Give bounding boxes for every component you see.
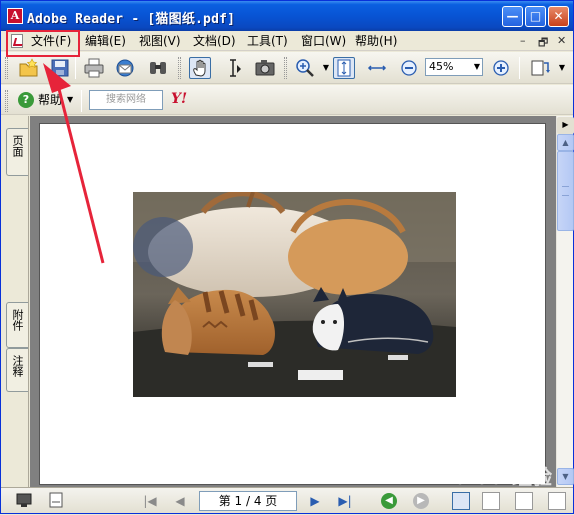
zoom-in-icon[interactable] (490, 57, 512, 79)
navigation-pane: 页面 附件 注释 (1, 116, 29, 487)
maximize-button[interactable]: □ (525, 6, 546, 27)
scroll-up-button[interactable]: ▲ (557, 134, 574, 151)
toolbar-grip[interactable] (5, 57, 8, 79)
menu-tools[interactable]: 工具(T) (247, 33, 288, 49)
pdf-page (39, 123, 546, 485)
pane-toggle-arrow-icon[interactable]: ▶ (557, 117, 574, 134)
toolbar-grip[interactable] (284, 57, 287, 79)
toolbar-separator (519, 57, 520, 79)
zoom-level-dropdown-icon[interactable]: ▼ (472, 59, 482, 75)
page-options-icon[interactable] (47, 492, 65, 510)
baidu-jingyan-watermark: Baidu 经验 (439, 465, 552, 489)
snapshot-camera-icon[interactable] (254, 57, 276, 79)
adobe-reader-window: A Adobe Reader - [猫图纸.pdf] — □ ✕ 文件(F) 编… (0, 0, 574, 514)
email-icon[interactable] (114, 57, 136, 79)
help-icon[interactable]: ? (18, 92, 34, 108)
continuous-facing-layout-icon[interactable] (548, 492, 566, 510)
previous-view-icon[interactable]: ◀ (381, 493, 397, 509)
menu-bar: 文件(F) 编辑(E) 视图(V) 文档(D) 工具(T) 窗口(W) 帮助(H… (1, 31, 573, 51)
tab-comments-label: 注释 (11, 355, 24, 377)
menu-help[interactable]: 帮助(H) (355, 33, 397, 49)
zoom-out-icon[interactable] (398, 57, 420, 79)
menu-document[interactable]: 文档(D) (193, 33, 236, 49)
toolbar-separator (75, 57, 76, 79)
help-dropdown-arrow-icon[interactable]: ▼ (67, 92, 73, 108)
status-bar: |◀ ◀ 第 1 / 4 页 ▶ ▶| ◀ ▶ (1, 487, 573, 513)
title-bar: A Adobe Reader - [猫图纸.pdf] — □ ✕ (1, 1, 573, 31)
tab-comments[interactable]: 注释 (6, 348, 28, 392)
fit-page-icon[interactable] (333, 57, 355, 79)
scrollbar-thumb[interactable] (557, 151, 574, 231)
minimize-button[interactable]: — (502, 6, 523, 27)
first-page-icon[interactable]: |◀ (141, 492, 159, 510)
cat-purse-photo (133, 192, 456, 397)
menu-edit[interactable]: 编辑(E) (85, 33, 126, 49)
previous-page-icon[interactable]: ◀ (171, 492, 189, 510)
toolbar-grip[interactable] (5, 90, 8, 112)
single-page-layout-icon[interactable] (452, 492, 470, 510)
secondary-toolbar (1, 85, 573, 115)
last-page-icon[interactable]: ▶| (336, 492, 354, 510)
help-button-label[interactable]: 帮助 (38, 92, 62, 108)
close-button[interactable]: ✕ (548, 6, 569, 27)
rotate-view-icon[interactable] (529, 57, 551, 79)
window-title: Adobe Reader - [猫图纸.pdf] (27, 12, 236, 27)
menu-view[interactable]: 视图(V) (139, 33, 181, 49)
fit-width-icon[interactable] (366, 57, 388, 79)
screen-display-icon[interactable] (15, 492, 33, 510)
facing-layout-icon[interactable] (515, 492, 533, 510)
toolbar-separator (81, 90, 82, 112)
page-number-field[interactable]: 第 1 / 4 页 (199, 491, 297, 511)
rotate-dropdown-arrow-icon[interactable]: ▼ (551, 57, 573, 79)
hand-tool-icon[interactable] (189, 57, 211, 79)
web-search-input[interactable]: 搜索网络 (89, 90, 163, 110)
yahoo-logo-button[interactable]: Y! (171, 91, 187, 107)
next-page-icon[interactable]: ▶ (306, 492, 324, 510)
save-icon[interactable] (49, 57, 71, 79)
print-icon[interactable] (83, 57, 105, 79)
doc-minimize-button[interactable]: – (520, 34, 526, 47)
doc-close-button[interactable]: ✕ (557, 34, 566, 47)
text-select-tool-icon[interactable] (222, 57, 244, 79)
search-binoculars-icon[interactable] (147, 57, 169, 79)
continuous-layout-icon[interactable] (482, 492, 500, 510)
toolbar-grip[interactable] (178, 57, 181, 79)
vertical-scrollbar[interactable]: ▶ ▲ ▼ (556, 116, 574, 487)
file-menu-highlight-box (6, 30, 80, 57)
main-toolbar: ▼ ▼ (1, 52, 573, 84)
menu-window[interactable]: 窗口(W) (301, 33, 346, 49)
tab-attachments[interactable]: 附件 (6, 302, 28, 348)
adobe-reader-app-icon: A (7, 8, 23, 24)
next-view-icon[interactable]: ▶ (413, 493, 429, 509)
document-view[interactable] (30, 116, 556, 487)
tab-pages[interactable]: 页面 (6, 128, 28, 176)
tab-pages-label: 页面 (11, 135, 24, 157)
doc-restore-button[interactable]: 🗗 (538, 34, 548, 53)
open-folder-icon[interactable] (18, 57, 40, 79)
scroll-down-button[interactable]: ▼ (557, 468, 574, 485)
zoom-in-tool-icon[interactable] (294, 57, 316, 79)
tab-attachments-label: 附件 (11, 309, 24, 331)
